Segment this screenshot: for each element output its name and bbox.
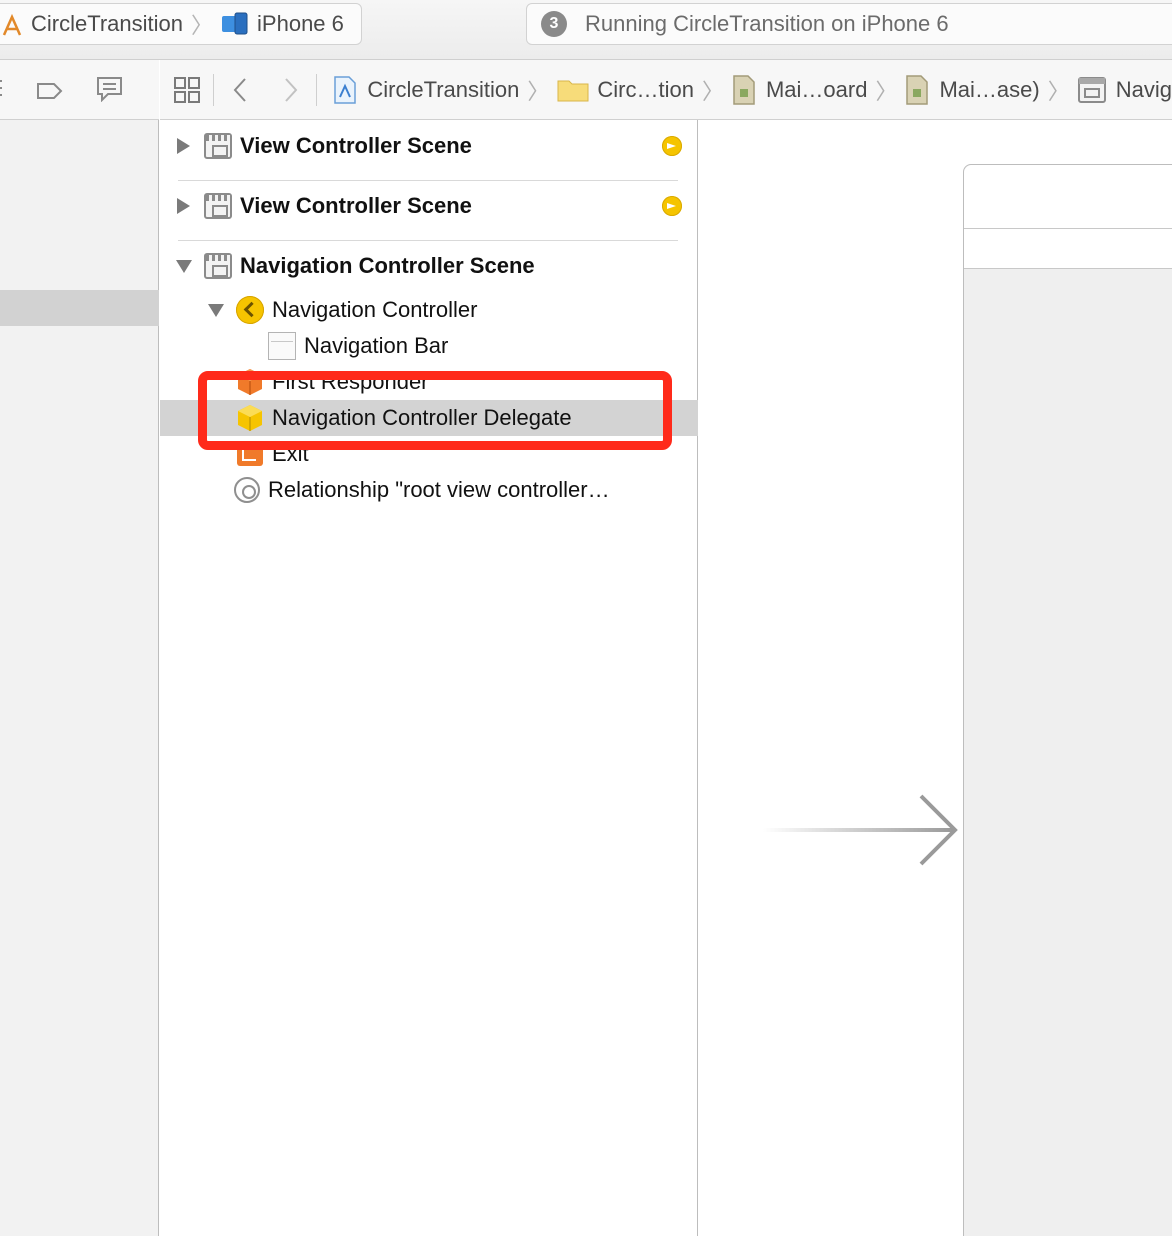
folder-icon — [557, 80, 589, 101]
device-name: iPhone 6 — [257, 11, 344, 36]
storyboard-file-icon — [733, 74, 755, 105]
navigator-bar — [0, 60, 159, 120]
exit-icon — [237, 442, 263, 466]
scheme-selector[interactable]: CircleTransition 〉 iPhone 6 — [0, 3, 362, 45]
outline-row-navigation-controller[interactable]: Navigation Controller — [160, 292, 698, 328]
scene-navigation-bar — [964, 165, 1172, 269]
chevron-right-icon — [285, 77, 298, 102]
scene-title: View Controller Scene — [240, 133, 472, 158]
breadcrumb-project[interactable]: CircleTransition — [333, 75, 520, 104]
tag-icon[interactable] — [36, 82, 64, 105]
jump-bar-divider — [316, 73, 318, 106]
outline-row-navigation-bar[interactable]: Navigation Bar — [160, 328, 698, 364]
breadcrumb-label: Mai…ase) — [939, 76, 1040, 102]
relationship-segue-icon — [234, 477, 260, 503]
outline-row-navigation-controller-scene[interactable]: Navigation Controller Scene — [160, 248, 698, 284]
scheme-name: CircleTransition — [31, 11, 184, 36]
navigation-controller-scene-frame[interactable] — [963, 164, 1172, 1236]
breadcrumb-label: Circ…tion — [597, 76, 694, 102]
breadcrumb-label: Navig — [1115, 76, 1172, 102]
initial-view-controller-arrow-icon — [763, 794, 958, 866]
outline-item-label: Relationship "root view controller… — [268, 477, 610, 502]
scene-icon — [204, 253, 232, 279]
grid-icon — [173, 76, 200, 103]
chevron-left-icon — [233, 77, 246, 102]
navigator-pane — [0, 120, 159, 1236]
breadcrumb-label: CircleTransition — [367, 76, 520, 102]
breadcrumb-storyboard-base[interactable]: Mai…ase) — [905, 74, 1040, 105]
scene-icon — [204, 133, 232, 159]
activity-status: 3 Running CircleTransition on iPhone 6 — [526, 3, 1172, 45]
outline-row-relationship[interactable]: Relationship "root view controller… — [160, 472, 698, 508]
scene-bar-divider — [964, 228, 1172, 229]
object-cube-icon — [238, 405, 262, 431]
navigation-bar-icon — [268, 332, 296, 360]
disclosure-triangle-down-icon[interactable] — [176, 260, 192, 273]
issue-count-badge[interactable]: 3 — [541, 11, 567, 37]
breadcrumb-label: Mai…oard — [765, 76, 868, 102]
breadcrumb-storyboard[interactable]: Mai…oard — [732, 74, 868, 105]
chevron-right-icon: 〉 — [701, 78, 724, 104]
chevron-right-icon: 〉 — [1047, 78, 1070, 104]
simulator-device-icon — [221, 12, 249, 36]
back-button[interactable] — [214, 60, 265, 119]
project-file-icon — [334, 75, 357, 104]
outline-item-label: First Responder — [272, 369, 429, 394]
warning-arrow-icon[interactable] — [662, 196, 682, 216]
navigator-selected-row[interactable] — [0, 290, 159, 326]
forward-button[interactable] — [265, 60, 316, 119]
breadcrumb-group[interactable]: Circ…tion — [557, 77, 694, 103]
scene-icon — [204, 193, 232, 219]
chevron-right-icon: 〉 — [191, 13, 214, 38]
outline-row-first-responder[interactable]: First Responder — [160, 364, 698, 400]
outline-item-label: Navigation Controller — [272, 297, 478, 322]
toolbar: CircleTransition 〉 iPhone 6 3 Running Ci… — [0, 0, 1172, 60]
outline-item-label: Exit — [272, 441, 309, 466]
outline-row-view-controller-scene-1[interactable]: View Controller Scene — [160, 128, 698, 164]
first-responder-cube-icon — [238, 369, 262, 395]
outline-row-exit[interactable]: Exit — [160, 436, 698, 472]
comment-icon[interactable] — [96, 76, 124, 107]
breadcrumb-scene[interactable]: Navig — [1077, 76, 1172, 104]
scene-divider — [178, 180, 678, 181]
navigation-controller-icon — [236, 296, 264, 324]
scene-icon — [1077, 76, 1106, 103]
outline-item-label: Navigation Controller Delegate — [272, 405, 572, 430]
storyboard-canvas — [699, 120, 1172, 1236]
related-items-button[interactable] — [160, 60, 213, 119]
outline-item-label: Navigation Bar — [304, 333, 449, 358]
chevron-right-icon: 〉 — [875, 78, 898, 104]
status-text: Running CircleTransition on iPhone 6 — [585, 11, 949, 36]
jump-bar: CircleTransition 〉 Circ…tion 〉 Mai…oard … — [160, 60, 1172, 120]
navigator-list-icon[interactable] — [0, 76, 6, 107]
outline-row-navigation-controller-delegate[interactable]: Navigation Controller Delegate — [160, 400, 698, 436]
xcode-app-icon — [1, 13, 23, 36]
chevron-right-icon: 〉 — [527, 78, 550, 104]
document-outline: View Controller Scene View Controller Sc… — [160, 120, 698, 1236]
scene-title: Navigation Controller Scene — [240, 253, 535, 278]
disclosure-triangle-right-icon[interactable] — [177, 198, 190, 214]
storyboard-file-icon — [906, 74, 929, 105]
scene-title: View Controller Scene — [240, 193, 472, 218]
outline-row-view-controller-scene-2[interactable]: View Controller Scene — [160, 188, 698, 224]
disclosure-triangle-down-icon[interactable] — [208, 304, 224, 317]
warning-arrow-icon[interactable] — [662, 136, 682, 156]
disclosure-triangle-right-icon[interactable] — [177, 138, 190, 154]
scene-divider — [178, 240, 678, 241]
